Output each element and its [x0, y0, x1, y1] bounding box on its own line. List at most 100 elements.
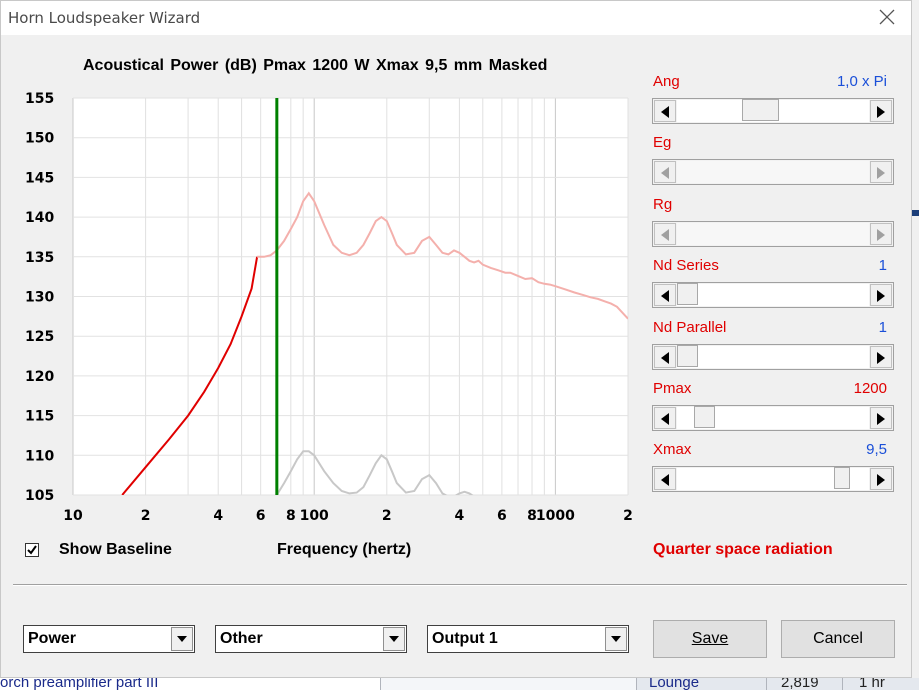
plot-title: Acoustical Power (dB) Pmax 1200 W Xmax 9…: [83, 57, 548, 74]
x-tick-label: 2: [141, 508, 151, 524]
category-dropdown-button[interactable]: [383, 627, 405, 651]
quantity-dropdown-value: Power: [28, 630, 77, 647]
slider-ang[interactable]: [652, 98, 894, 124]
arrow-left-icon: [661, 474, 669, 487]
slider-xmax[interactable]: [652, 466, 894, 493]
slider-track: [677, 222, 869, 245]
background-app-strip: orch preamplifier part III Lounge 2,819 …: [0, 678, 919, 690]
x-tick-label: 8: [286, 508, 296, 524]
slider-thumb[interactable]: [677, 283, 699, 306]
scroll-right-button: [870, 161, 892, 184]
background-cell: Lounge: [636, 678, 767, 690]
quantity-dropdown-button[interactable]: [171, 627, 193, 651]
control-label-nd-series: Nd Series: [653, 257, 719, 275]
save-button[interactable]: Save: [653, 620, 767, 658]
close-icon[interactable]: [877, 7, 897, 27]
x-tick-label: 1000: [536, 508, 575, 524]
slider-thumb[interactable]: [833, 467, 850, 490]
x-tick-label: 6: [256, 508, 266, 524]
y-tick-label: 120: [25, 369, 54, 385]
control-value-nd-parallel: 1: [878, 318, 887, 336]
show-baseline-checkbox[interactable]: [25, 543, 39, 557]
y-tick-label: 110: [25, 448, 54, 464]
y-tick-label: 150: [25, 131, 54, 147]
scroll-right-button[interactable]: [870, 468, 892, 491]
scroll-left-button[interactable]: [654, 345, 676, 368]
power-chart: 155 150 145 140 135 130 125 120 115 110 105 10 2 4 6 8…: [25, 91, 633, 524]
slider-thumb[interactable]: [677, 344, 699, 367]
save-button-label: Save: [691, 630, 729, 647]
y-tick-label: 155: [25, 91, 54, 107]
category-dropdown-value: Other: [220, 630, 263, 647]
control-label-xmax: Xmax: [653, 441, 692, 459]
output-dropdown-button[interactable]: [605, 627, 627, 651]
show-baseline-label[interactable]: Show Baseline: [59, 541, 172, 559]
background-cell-text: Lounge: [649, 678, 700, 690]
background-cell-text: 1 hr: [859, 678, 885, 690]
background-cell: 2,819: [766, 678, 843, 690]
scroll-left-button[interactable]: [654, 468, 676, 491]
checkmark-icon: [27, 545, 37, 555]
background-cell-text: 2,819: [781, 678, 819, 690]
control-value-xmax: 9,5: [866, 441, 887, 459]
scroll-right-button[interactable]: [870, 407, 892, 429]
arrow-right-icon: [877, 351, 885, 364]
background-cell: [380, 678, 637, 690]
control-value-ang: 1,0 x Pi: [836, 73, 887, 90]
x-tick-label: 10: [63, 508, 83, 524]
slider-pmax[interactable]: [652, 405, 894, 431]
x-tick-label: 4: [455, 508, 465, 524]
y-tick-label: 140: [25, 210, 54, 226]
control-label-ang: Ang: [653, 73, 680, 90]
y-tick-label: 130: [25, 290, 54, 306]
arrow-right-icon: [877, 290, 885, 303]
scroll-right-button[interactable]: [870, 345, 892, 368]
y-tick-label: 105: [25, 488, 54, 504]
slider-thumb[interactable]: [694, 406, 716, 428]
x-tick-label: 2: [623, 508, 633, 524]
radiation-mode-text: Quarter space radiation: [653, 541, 833, 558]
arrow-left-icon: [661, 167, 669, 180]
scroll-left-button[interactable]: [654, 407, 676, 429]
chevron-down-icon: [177, 636, 187, 642]
wizard-window: Horn Loudspeaker Wizard Acoustical Power…: [0, 0, 912, 678]
slider-nd-parallel[interactable]: [652, 343, 894, 370]
slider-track[interactable]: [677, 284, 869, 307]
slider-rg: [652, 220, 894, 247]
window-title: Horn Loudspeaker Wizard: [8, 9, 201, 27]
category-dropdown[interactable]: Other: [215, 625, 407, 653]
y-tick-label: 115: [25, 409, 54, 425]
slider-thumb[interactable]: [742, 99, 779, 121]
scroll-right-button: [870, 222, 892, 245]
cancel-button[interactable]: Cancel: [781, 620, 895, 658]
arrow-left-icon: [661, 413, 669, 425]
y-axis-tick-labels: 155 150 145 140 135 130 125 120 115 110 105: [25, 91, 54, 504]
scroll-left-button: [654, 222, 676, 245]
arrow-right-icon: [877, 228, 885, 241]
slider-track[interactable]: [677, 345, 869, 368]
arrow-right-icon: [877, 413, 885, 425]
x-tick-label: 100: [300, 508, 329, 524]
slider-nd-series[interactable]: [652, 282, 894, 309]
chevron-down-icon: [389, 636, 399, 642]
title-bar: Horn Loudspeaker Wizard: [1, 1, 911, 35]
control-label-eg: Eg: [653, 134, 672, 152]
background-text: orch preamplifier part III: [0, 678, 159, 690]
scroll-left-button: [654, 161, 676, 184]
slider-track: [677, 161, 869, 184]
arrow-left-icon: [661, 106, 669, 118]
control-value-pmax: 1200: [853, 380, 887, 397]
scroll-left-button[interactable]: [654, 100, 676, 122]
y-tick-label: 145: [25, 170, 54, 186]
arrow-right-icon: [877, 474, 885, 487]
scroll-right-button[interactable]: [870, 284, 892, 307]
control-label-pmax: Pmax: [653, 380, 692, 397]
output-dropdown-value: Output 1: [432, 630, 498, 647]
x-axis-tick-labels: 10 2 4 6 8 100 2 4 6 8 1000 2: [63, 508, 633, 524]
scroll-left-button[interactable]: [654, 284, 676, 307]
scroll-right-button[interactable]: [870, 100, 892, 122]
output-dropdown[interactable]: Output 1: [427, 625, 629, 653]
background-cell: 1 hr: [842, 678, 919, 690]
arrow-left-icon: [661, 290, 669, 303]
quantity-dropdown[interactable]: Power: [23, 625, 195, 653]
